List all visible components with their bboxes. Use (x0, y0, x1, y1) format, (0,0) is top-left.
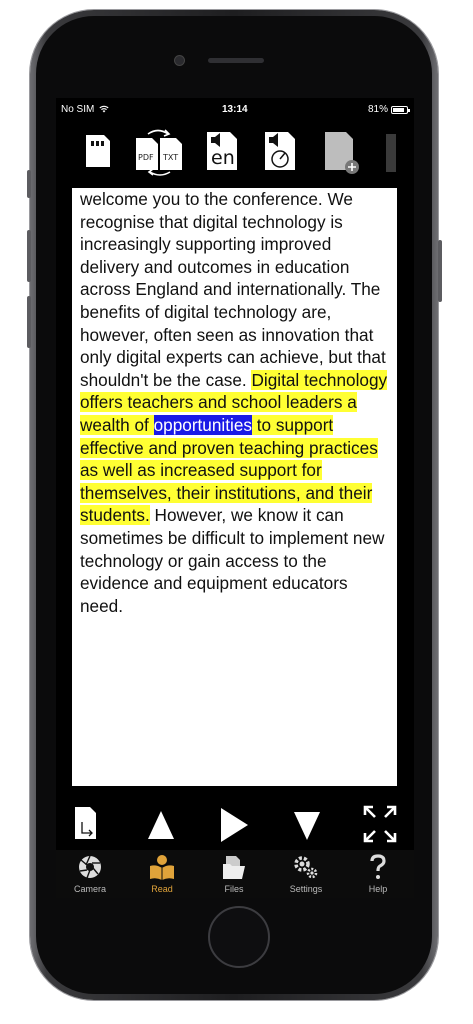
fullscreen-icon (363, 805, 397, 843)
playback-controls (56, 800, 414, 850)
tab-camera-label: Camera (73, 884, 106, 894)
volume-up-button (27, 230, 31, 282)
wifi-icon (99, 105, 109, 113)
convert-button[interactable]: PDF TXT (134, 128, 190, 176)
previous-button[interactable] (146, 800, 176, 848)
question-icon (370, 854, 386, 879)
carrier-label: No SIM (61, 104, 95, 115)
toolbar-overflow[interactable] (384, 128, 398, 174)
tab-files[interactable]: Files (204, 854, 264, 896)
battery-status: 81% (367, 104, 410, 115)
battery-level-fill (393, 107, 404, 112)
next-arrow-icon (294, 812, 320, 840)
speed-button[interactable] (264, 128, 298, 174)
files-icon (223, 856, 245, 879)
battery-percent: 81% (367, 104, 388, 115)
tab-settings[interactable]: Settings (276, 854, 336, 896)
next-button[interactable] (292, 800, 322, 848)
current-word: opportunities (153, 414, 252, 435)
tab-read[interactable]: Read (132, 854, 192, 896)
power-button (438, 240, 442, 302)
carrier-status: No SIM (61, 104, 109, 115)
top-toolbar: PDF TXT en (56, 128, 414, 176)
page-export-button[interactable] (74, 800, 102, 848)
pdf-label: PDF (138, 153, 154, 162)
language-button[interactable]: en (206, 128, 240, 174)
tab-bar: Camera Read Files Settings Help (56, 850, 414, 898)
clock: 13:14 (222, 104, 248, 115)
tab-read-label: Read (151, 884, 173, 894)
app-screen: No SIM 13:14 81% PDF TXT en welcome you … (56, 98, 414, 898)
sd-card-button[interactable] (84, 128, 114, 174)
speed-icon (265, 132, 295, 170)
sd-card-icon (86, 135, 110, 167)
tab-camera[interactable]: Camera (60, 854, 120, 896)
front-camera (175, 56, 184, 65)
tab-settings-label: Settings (289, 884, 323, 894)
text-before-highlight: welcome you to the conference. We recogn… (80, 189, 386, 390)
new-document-button[interactable] (324, 128, 360, 174)
tab-help[interactable]: Help (348, 854, 408, 896)
document-text: welcome you to the conference. We recogn… (72, 188, 397, 617)
tab-files-label: Files (224, 884, 244, 894)
status-bar: No SIM 13:14 81% (56, 98, 414, 120)
tab-help-label: Help (368, 884, 388, 894)
more-tools-icon (386, 134, 396, 172)
battery-icon (391, 105, 410, 114)
gears-icon (294, 856, 318, 879)
document-page[interactable]: welcome you to the conference. We recogn… (72, 188, 397, 786)
language-label: en (211, 147, 235, 169)
home-button[interactable] (208, 906, 270, 968)
pdf-txt-convert-icon (136, 129, 182, 176)
mute-switch (27, 170, 31, 198)
play-button[interactable] (218, 800, 250, 848)
page-export-icon (75, 807, 96, 839)
new-document-icon (325, 132, 359, 174)
earpiece-speaker (208, 58, 264, 63)
txt-label: TXT (163, 153, 179, 162)
camera-aperture-icon (79, 855, 101, 879)
highlighted-sentence: Digital technology offers teachers and s… (80, 369, 388, 526)
fullscreen-button[interactable] (362, 800, 398, 848)
previous-arrow-icon (148, 811, 174, 839)
volume-down-button (27, 296, 31, 348)
reading-person-icon (150, 855, 174, 880)
play-icon (221, 808, 248, 842)
